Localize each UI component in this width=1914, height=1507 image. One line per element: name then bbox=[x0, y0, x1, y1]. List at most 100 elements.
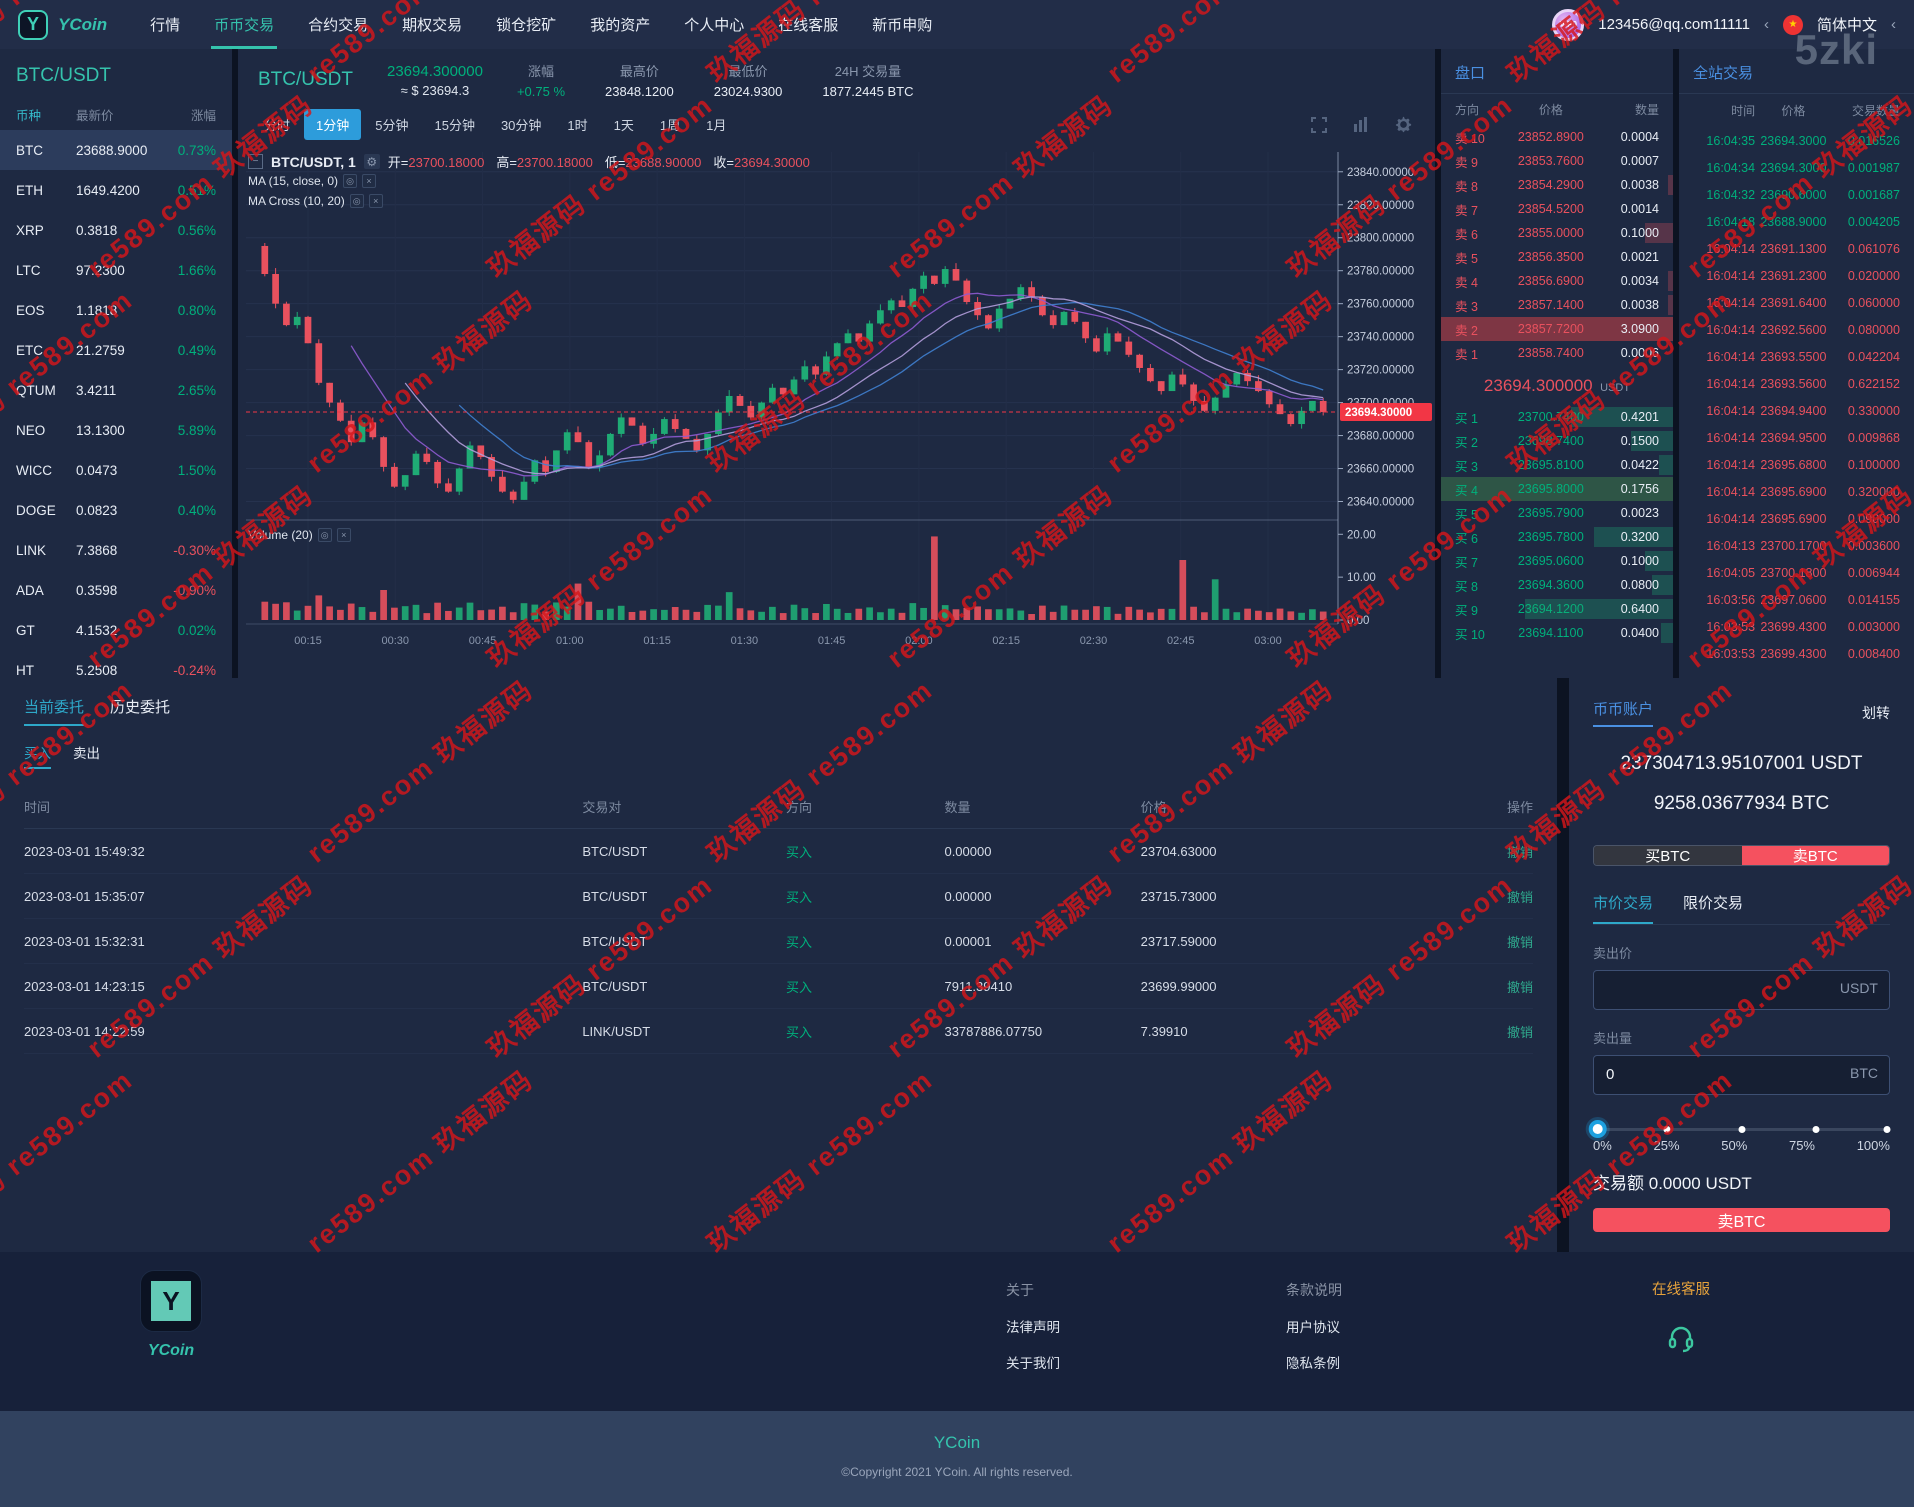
nav-item-2[interactable]: 合约交易 bbox=[291, 0, 385, 49]
ask-row-0[interactable]: 卖 1023852.89000.0004 bbox=[1441, 125, 1673, 149]
coin-row-XRP[interactable]: XRP0.38180.56% bbox=[0, 210, 232, 250]
ask-row-7[interactable]: 卖 323857.14000.0038 bbox=[1441, 293, 1673, 317]
slider-dot-75[interactable] bbox=[1812, 1126, 1819, 1133]
user-dropdown-chevron-icon[interactable]: ‹ bbox=[1764, 16, 1769, 33]
orders-tab-1[interactable]: 历史委托 bbox=[110, 696, 170, 726]
timeframe-1月[interactable]: 1月 bbox=[694, 109, 738, 140]
coin-row-WICC[interactable]: WICC0.04731.50% bbox=[0, 450, 232, 490]
indicator-close-icon[interactable]: × bbox=[337, 528, 351, 542]
bid-row-3[interactable]: 买 423695.80000.1756 bbox=[1441, 477, 1673, 501]
slider-dot-100[interactable] bbox=[1884, 1126, 1891, 1133]
coin-row-ETH[interactable]: ETH1649.42000.51% bbox=[0, 170, 232, 210]
coin-row-GT[interactable]: GT4.15320.02% bbox=[0, 610, 232, 650]
coin-row-DOGE[interactable]: DOGE0.08230.40% bbox=[0, 490, 232, 530]
slider-dot-25[interactable] bbox=[1664, 1126, 1671, 1133]
timeframe-5分钟[interactable]: 5分钟 bbox=[363, 109, 420, 140]
slider-thumb[interactable] bbox=[1589, 1120, 1607, 1138]
orders-subtab-0[interactable]: 买入 bbox=[24, 742, 51, 769]
headset-icon[interactable] bbox=[1652, 1321, 1710, 1360]
ask-row-9[interactable]: 卖 123858.74000.0006 bbox=[1441, 341, 1673, 365]
ask-row-6[interactable]: 卖 423856.69000.0034 bbox=[1441, 269, 1673, 293]
indicator-close-icon[interactable]: × bbox=[362, 174, 376, 188]
coin-row-QTUM[interactable]: QTUM3.42112.65% bbox=[0, 370, 232, 410]
cancel-order-button[interactable]: 撤销 bbox=[1442, 1022, 1533, 1041]
indicator-visibility-icon[interactable]: ◎ bbox=[343, 174, 357, 188]
coin-row-LTC[interactable]: LTC97.23001.66% bbox=[0, 250, 232, 290]
coin-row-ADA[interactable]: ADA0.3598-0.90% bbox=[0, 570, 232, 610]
timeframe-1分钟[interactable]: 1分钟 bbox=[304, 109, 361, 140]
bid-row-6[interactable]: 买 723695.06000.1000 bbox=[1441, 549, 1673, 573]
cancel-order-button[interactable]: 撤销 bbox=[1442, 977, 1533, 996]
coin-row-ETC[interactable]: ETC21.27590.49% bbox=[0, 330, 232, 370]
nav-item-4[interactable]: 锁仓挖矿 bbox=[479, 0, 573, 49]
indicator-visibility-icon[interactable]: ◎ bbox=[350, 194, 364, 208]
cancel-order-button[interactable]: 撤销 bbox=[1442, 887, 1533, 906]
nav-item-5[interactable]: 我的资产 bbox=[573, 0, 667, 49]
bid-row-8[interactable]: 买 923694.12000.6400 bbox=[1441, 597, 1673, 621]
coin-row-NEO[interactable]: NEO13.13005.89% bbox=[0, 410, 232, 450]
footer-link-about-us[interactable]: 关于我们 bbox=[1006, 1352, 1060, 1372]
footer-link-user-agreement[interactable]: 用户协议 bbox=[1286, 1316, 1342, 1336]
fullscreen-icon[interactable] bbox=[1309, 115, 1329, 135]
ask-row-5[interactable]: 卖 523856.35000.0021 bbox=[1441, 245, 1673, 269]
submit-sell-button[interactable]: 卖BTC bbox=[1593, 1208, 1890, 1232]
ask-row-8[interactable]: 卖 223857.72003.0900 bbox=[1441, 317, 1673, 341]
timeframe-15分钟[interactable]: 15分钟 bbox=[422, 109, 486, 140]
indicator-close-icon[interactable]: × bbox=[369, 194, 383, 208]
nav-item-0[interactable]: 行情 bbox=[133, 0, 197, 49]
trade-type-tab-0[interactable]: 市价交易 bbox=[1593, 892, 1653, 924]
chart-canvas[interactable]: 00:1500:3000:4501:0001:1501:3001:4502:00… bbox=[238, 146, 1435, 657]
timeframe-分时[interactable]: 分时 bbox=[252, 109, 302, 140]
ask-row-4[interactable]: 卖 623855.00000.1000 bbox=[1441, 221, 1673, 245]
ask-row-2[interactable]: 卖 823854.29000.0038 bbox=[1441, 173, 1673, 197]
footer-link-privacy[interactable]: 隐私条例 bbox=[1286, 1352, 1342, 1372]
timeframe-1时[interactable]: 1时 bbox=[555, 109, 599, 140]
indicator-visibility-icon[interactable]: ◎ bbox=[318, 528, 332, 542]
bid-row-1[interactable]: 买 223698.74000.1500 bbox=[1441, 429, 1673, 453]
coin-row-HT[interactable]: HT5.2508-0.24% bbox=[0, 650, 232, 678]
coin-row-BTC[interactable]: BTC23688.90000.73% bbox=[0, 130, 232, 170]
coin-row-LINK[interactable]: LINK7.3868-0.30% bbox=[0, 530, 232, 570]
tab-spot-account[interactable]: 币币账户 bbox=[1593, 698, 1653, 727]
nav-item-7[interactable]: 在线客服 bbox=[761, 0, 855, 49]
language-selector[interactable]: 简体中文 bbox=[1817, 14, 1877, 35]
cancel-order-button[interactable]: 撤销 bbox=[1442, 932, 1533, 951]
user-email[interactable]: 123456@qq.com11111 bbox=[1598, 16, 1750, 33]
bid-row-4[interactable]: 买 523695.79000.0023 bbox=[1441, 501, 1673, 525]
orders-tab-0[interactable]: 当前委托 bbox=[24, 696, 84, 726]
ask-row-3[interactable]: 卖 723854.52000.0014 bbox=[1441, 197, 1673, 221]
bid-row-7[interactable]: 买 823694.36000.0800 bbox=[1441, 573, 1673, 597]
col-symbol[interactable]: 币种 bbox=[16, 105, 76, 124]
transfer-link[interactable]: 划转 bbox=[1862, 703, 1890, 723]
nav-item-8[interactable]: 新币申购 bbox=[855, 0, 949, 49]
timeframe-30分钟[interactable]: 30分钟 bbox=[489, 109, 553, 140]
language-chevron-icon[interactable]: ‹ bbox=[1891, 16, 1896, 33]
bid-row-9[interactable]: 买 1023694.11000.0400 bbox=[1441, 621, 1673, 645]
bid-row-2[interactable]: 买 323695.81000.0422 bbox=[1441, 453, 1673, 477]
chart-style-icon[interactable] bbox=[1351, 115, 1371, 135]
chart-settings-gear-icon[interactable] bbox=[1393, 115, 1413, 135]
footer-link-legal[interactable]: 法律声明 bbox=[1006, 1316, 1060, 1336]
bid-row-0[interactable]: 买 123700.74000.4201 bbox=[1441, 405, 1673, 429]
trade-type-tab-1[interactable]: 限价交易 bbox=[1683, 892, 1743, 924]
amount-slider[interactable] bbox=[1593, 1121, 1890, 1128]
slider-dot-50[interactable] bbox=[1738, 1126, 1745, 1133]
nav-item-6[interactable]: 个人中心 bbox=[667, 0, 761, 49]
brand[interactable]: Y YCoin bbox=[18, 10, 107, 40]
ask-row-1[interactable]: 卖 923853.76000.0007 bbox=[1441, 149, 1673, 173]
sell-btc-button[interactable]: 卖BTC bbox=[1742, 846, 1890, 865]
collapse-indicator-icon[interactable]: − bbox=[248, 154, 263, 169]
timeframe-1周[interactable]: 1周 bbox=[648, 109, 692, 140]
orders-subtab-1[interactable]: 卖出 bbox=[73, 742, 100, 769]
nav-item-3[interactable]: 期权交易 bbox=[385, 0, 479, 49]
coin-row-EOS[interactable]: EOS1.18180.80% bbox=[0, 290, 232, 330]
user-avatar[interactable]: VIP0 bbox=[1552, 9, 1584, 41]
candlestick-chart[interactable]: 00:1500:3000:4501:0001:1501:3001:4502:00… bbox=[238, 146, 1435, 678]
sell-amount-input[interactable] bbox=[1593, 1055, 1890, 1095]
bid-row-5[interactable]: 买 623695.78000.3200 bbox=[1441, 525, 1673, 549]
cancel-order-button[interactable]: 撤销 bbox=[1442, 842, 1533, 861]
timeframe-1天[interactable]: 1天 bbox=[602, 109, 646, 140]
nav-item-1[interactable]: 币币交易 bbox=[197, 0, 291, 49]
series-settings-gear-icon[interactable]: ⚙ bbox=[364, 154, 380, 169]
buy-btc-button[interactable]: 买BTC bbox=[1594, 846, 1742, 865]
